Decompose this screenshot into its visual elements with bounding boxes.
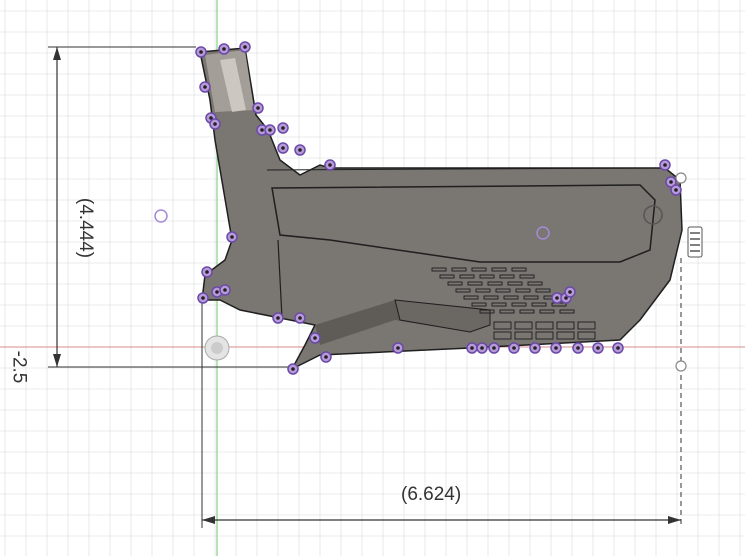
sketch-vertex[interactable] [392,342,404,354]
sketch-vertex[interactable] [309,332,321,344]
origin-point-icon[interactable] [204,335,230,361]
construction-point[interactable] [675,172,687,184]
sketch-vertex[interactable] [488,342,500,354]
sketch-vertex[interactable] [294,312,306,324]
sketch-vertex[interactable] [252,102,264,114]
horizontal-dimension-label[interactable]: (6.624) [401,484,461,506]
sketch-vertex[interactable] [195,46,207,58]
sketch-vertex[interactable] [201,266,213,278]
sketch-vertex[interactable] [277,122,289,134]
sketch-vertex[interactable] [508,342,520,354]
sketch-vertex[interactable] [239,41,251,53]
sketch-vertex[interactable] [592,342,604,354]
sketch-vertex[interactable] [287,363,299,375]
sketch-vertex[interactable] [218,43,230,55]
sketch-vertex[interactable] [272,312,284,324]
sketch-vertex[interactable] [612,342,624,354]
sketch-vertex[interactable] [226,231,238,243]
snap-handle-icon[interactable] [687,226,703,258]
sketch-vertex[interactable] [466,342,478,354]
sketch-vertex[interactable] [277,142,289,154]
sketch-vertex[interactable] [476,342,488,354]
construction-point[interactable] [154,209,168,223]
construction-point[interactable] [675,360,687,372]
sketch-vertex[interactable] [324,159,336,171]
vertical-dimension-label[interactable]: (4.444) [74,198,96,258]
sketch-vertex[interactable] [294,144,306,156]
sketch-vertex[interactable] [572,342,584,354]
sketch-vertex[interactable] [197,292,209,304]
sketch-canvas[interactable] [0,0,745,556]
sketch-vertex[interactable] [209,118,221,130]
sketch-vertex[interactable] [264,124,276,136]
negative-dimension-label[interactable]: -2.5 [7,351,29,384]
sketch-vertex[interactable] [219,284,231,296]
sketch-vertex[interactable] [550,342,562,354]
sketch-vertex[interactable] [199,81,211,93]
sketch-vertex[interactable] [529,342,541,354]
sketch-vertex[interactable] [320,351,332,363]
sketch-vertex[interactable] [670,184,682,196]
sketch-vertex[interactable] [564,286,576,298]
sketch-vertex[interactable] [659,159,671,171]
